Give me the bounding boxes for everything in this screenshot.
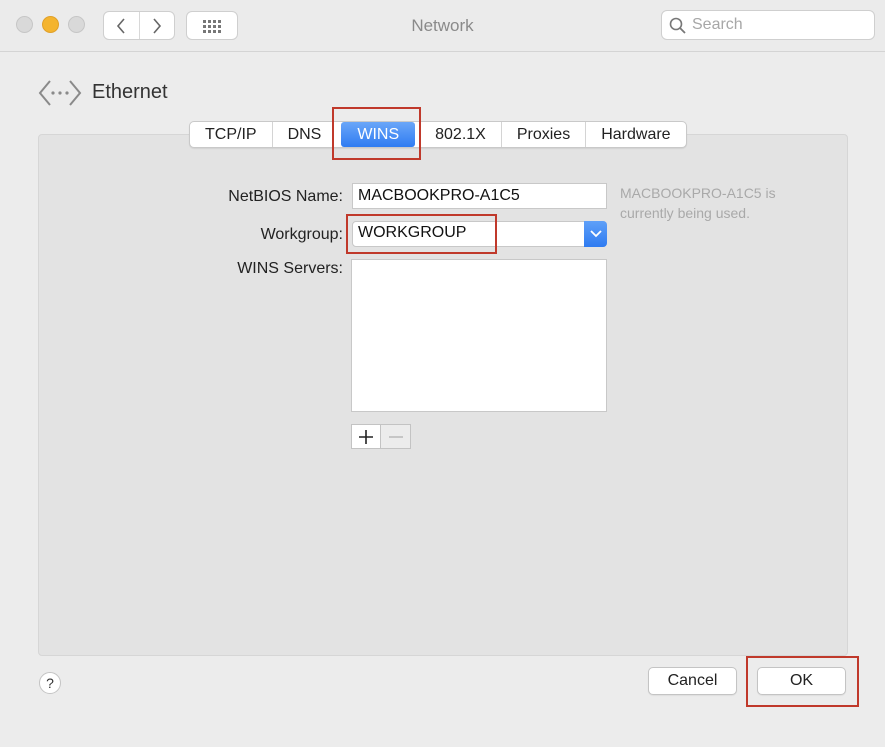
help-button[interactable]: ?	[39, 672, 61, 694]
ok-button[interactable]: OK	[757, 667, 846, 695]
netbios-hint: MACBOOKPRO-A1C5 is currently being used.	[620, 183, 820, 223]
wins-servers-label: WINS Servers:	[237, 260, 343, 277]
tab-dns[interactable]: DNS	[271, 122, 337, 147]
minus-icon	[388, 435, 403, 438]
service-title: Ethernet	[92, 81, 168, 103]
tab-wins[interactable]: WINS	[341, 122, 416, 147]
workgroup-combo[interactable]: WORKGROUP	[352, 221, 607, 247]
wins-servers-list[interactable]	[351, 259, 607, 412]
search-input[interactable]	[692, 14, 870, 36]
title-bar: Network	[0, 0, 885, 52]
search-icon	[669, 17, 686, 34]
tab-proxies[interactable]: Proxies	[500, 122, 585, 147]
plus-icon	[359, 429, 373, 444]
tab-bar: TCP/IP DNS WINS 802.1X Proxies Hardware	[189, 121, 687, 148]
workgroup-value[interactable]: WORKGROUP	[358, 224, 466, 242]
chevron-down-icon	[589, 230, 602, 238]
tab-tcpip[interactable]: TCP/IP	[190, 122, 272, 147]
workgroup-label: Workgroup:	[260, 226, 343, 243]
server-list-controls	[351, 424, 411, 449]
tab-hardware[interactable]: Hardware	[585, 122, 685, 147]
add-server-button[interactable]	[351, 424, 381, 449]
tab-8021x[interactable]: 802.1X	[420, 122, 501, 147]
netbios-hint-line1: MACBOOKPRO-A1C5 is	[620, 185, 776, 201]
cancel-button[interactable]: Cancel	[648, 667, 737, 695]
netbios-name-label: NetBIOS Name:	[228, 188, 343, 205]
netbios-hint-line2: currently being used.	[620, 205, 750, 221]
search-field[interactable]	[661, 10, 875, 40]
wins-settings-sheet: Ethernet TCP/IP DNS WINS 802.1X Proxies …	[9, 52, 875, 722]
remove-server-button[interactable]	[381, 424, 411, 449]
workgroup-dropdown-button[interactable]	[584, 221, 607, 247]
network-ethernet-icon	[38, 80, 82, 106]
netbios-name-field[interactable]: MACBOOKPRO-A1C5	[352, 183, 607, 209]
